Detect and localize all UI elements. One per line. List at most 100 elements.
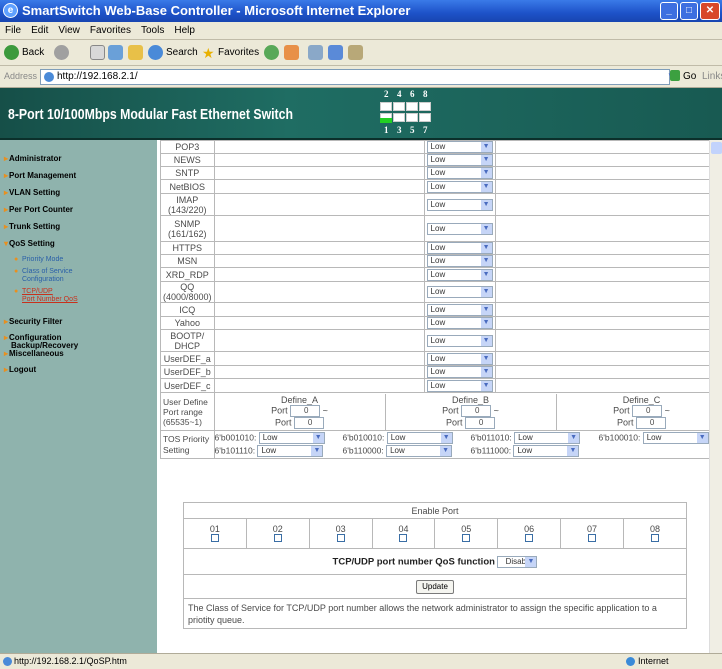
priority-select[interactable]: Low ▼ [426, 255, 493, 267]
priority-select[interactable]: Low ▼ [426, 141, 493, 153]
define-a-port-end[interactable]: 0 [294, 416, 325, 429]
nav-priority-mode[interactable]: ● Priority Mode [14, 256, 63, 264]
chevron-down-icon: ▼ [440, 433, 452, 443]
tos-select-101110[interactable]: Low ▼ [257, 445, 324, 457]
vertical-scrollbar[interactable] [709, 140, 722, 653]
qos-function-select[interactable]: Disable ▼ [497, 555, 538, 568]
priority-select[interactable]: Low ▼ [426, 303, 493, 316]
close-button[interactable]: ✕ [700, 2, 720, 20]
refresh-icon[interactable] [108, 45, 123, 60]
port-07-checkbox[interactable] [587, 533, 596, 542]
nav-miscellaneous[interactable]: ▸Miscellaneous [4, 349, 64, 358]
priority-select[interactable]: Low ▼ [426, 154, 493, 166]
port-02-checkbox[interactable] [273, 533, 282, 542]
priority-select[interactable]: Low ▼ [426, 334, 493, 347]
tos-label: TOS Priority Setting [160, 430, 215, 459]
menu-file[interactable]: File [0, 22, 26, 36]
menu-bar: File Edit View Favorites Tools Help [0, 22, 722, 40]
user-define-groups: Define_A Port 0 ~ Port 0 Define_B Port 0… [213, 392, 709, 431]
port-01-checkbox[interactable] [210, 533, 219, 542]
priority-select[interactable]: Low ▼ [426, 242, 493, 254]
service-spacer [213, 281, 425, 303]
favorites-star-icon[interactable]: ★ [202, 44, 215, 62]
menu-view[interactable]: View [53, 22, 85, 36]
priority-select[interactable]: Low ▼ [426, 317, 493, 329]
home-icon[interactable] [128, 45, 143, 60]
forward-arrow-icon[interactable] [54, 45, 69, 60]
minimize-button[interactable]: _ [660, 2, 678, 20]
nav-qos-setting[interactable]: ▾QoS Setting [4, 239, 55, 248]
port-03-checkbox[interactable] [336, 533, 345, 542]
nav-vlan-setting[interactable]: ▸VLAN Setting [4, 188, 60, 197]
tos-select-011010[interactable]: Low ▼ [514, 432, 581, 444]
nav-per-port-counter[interactable]: ▸Per Port Counter [4, 205, 73, 214]
address-input[interactable]: http://192.168.2.1/ [40, 69, 670, 85]
service-name: HTTPS [160, 241, 215, 255]
links-button[interactable]: Links [702, 71, 722, 82]
go-button[interactable]: Go [683, 71, 696, 82]
define-b-port-end[interactable]: 0 [465, 416, 496, 429]
port-06-checkbox[interactable] [525, 533, 534, 542]
nav-security-filter[interactable]: ▸Security Filter [4, 317, 62, 326]
history-icon[interactable] [264, 45, 279, 60]
edit-icon[interactable] [328, 45, 343, 60]
nav-port-management[interactable]: ▸Port Management [4, 171, 76, 180]
menu-edit[interactable]: Edit [26, 22, 53, 36]
priority-select[interactable]: Low ▼ [426, 379, 493, 392]
chevron-down-icon: ▼ [440, 446, 452, 456]
define-c-port-end[interactable]: 0 [636, 416, 667, 429]
service-row: XRD_RDP Low ▼ [160, 267, 709, 282]
stop-icon[interactable] [90, 45, 105, 60]
go-icon[interactable] [670, 70, 680, 81]
priority-select[interactable]: Low ▼ [426, 167, 493, 179]
nav-class-of-service[interactable]: ● Class of Service Configuration [14, 268, 73, 284]
define-c-port-start[interactable]: 0 [632, 404, 663, 417]
nav-logout[interactable]: ▸Logout [4, 365, 36, 374]
back-arrow-icon[interactable] [4, 45, 19, 60]
priority-select[interactable]: Low ▼ [426, 222, 493, 235]
messenger-icon[interactable] [348, 45, 363, 60]
priority-select[interactable]: Low ▼ [426, 352, 493, 365]
tos-settings: 6'b001010: Low ▼ 6'b010010: Low ▼ 6'b01101… [213, 430, 709, 459]
service-priority-cell: Low ▼ [424, 329, 496, 352]
service-spacer-right [494, 378, 709, 393]
service-spacer-right [494, 316, 709, 330]
priority-select[interactable]: Low ▼ [426, 180, 493, 193]
port-05-checkbox[interactable] [462, 533, 471, 542]
tos-select-100010[interactable]: Low ▼ [642, 432, 709, 444]
priority-select[interactable]: Low ▼ [426, 268, 493, 281]
define-b-port-start[interactable]: 0 [461, 404, 492, 417]
define-a-port-start[interactable]: 0 [290, 404, 321, 417]
chevron-down-icon: ▼ [696, 433, 708, 443]
port-number-6: 6 [410, 89, 415, 99]
scrollbar-thumb[interactable] [711, 142, 722, 154]
tos-select-110000[interactable]: Low ▼ [386, 445, 453, 457]
service-spacer-right [494, 254, 709, 268]
port-04-checkbox[interactable] [399, 533, 408, 542]
priority-select[interactable]: Low ▼ [426, 286, 493, 298]
port-number-8: 8 [423, 89, 428, 99]
menu-help[interactable]: Help [169, 22, 200, 36]
priority-select[interactable]: Low ▼ [426, 366, 493, 378]
maximize-button[interactable]: □ [680, 2, 698, 20]
back-button[interactable]: Back [22, 44, 44, 62]
print-icon[interactable] [308, 45, 323, 60]
port-08-checkbox[interactable] [650, 533, 659, 542]
nav-trunk-setting[interactable]: ▸Trunk Setting [4, 222, 60, 231]
update-button[interactable]: Update [416, 579, 454, 594]
nav-administrator[interactable]: ▸Administrator [4, 154, 61, 163]
chevron-down-icon: ▼ [480, 168, 492, 178]
tos-select-001010[interactable]: Low ▼ [258, 432, 325, 444]
priority-select[interactable]: Low ▼ [426, 198, 493, 211]
search-icon[interactable] [148, 45, 163, 60]
favorites-button[interactable]: Favorites [218, 44, 259, 62]
search-button[interactable]: Search [166, 44, 198, 62]
chevron-down-icon: ▼ [480, 223, 492, 234]
tos-select-111000[interactable]: Low ▼ [513, 445, 580, 457]
tos-select-010010[interactable]: Low ▼ [386, 432, 453, 444]
nav-tcp-udp-port-qos[interactable]: ● TCP/UDP Port Number QoS [14, 288, 78, 304]
menu-tools[interactable]: Tools [136, 22, 169, 36]
mail-icon[interactable] [284, 45, 299, 60]
menu-favorites[interactable]: Favorites [85, 22, 136, 36]
enable-port-table: Enable Port 01 02 03 04 05 06 07 08 TCP/UDP por… [183, 502, 688, 629]
